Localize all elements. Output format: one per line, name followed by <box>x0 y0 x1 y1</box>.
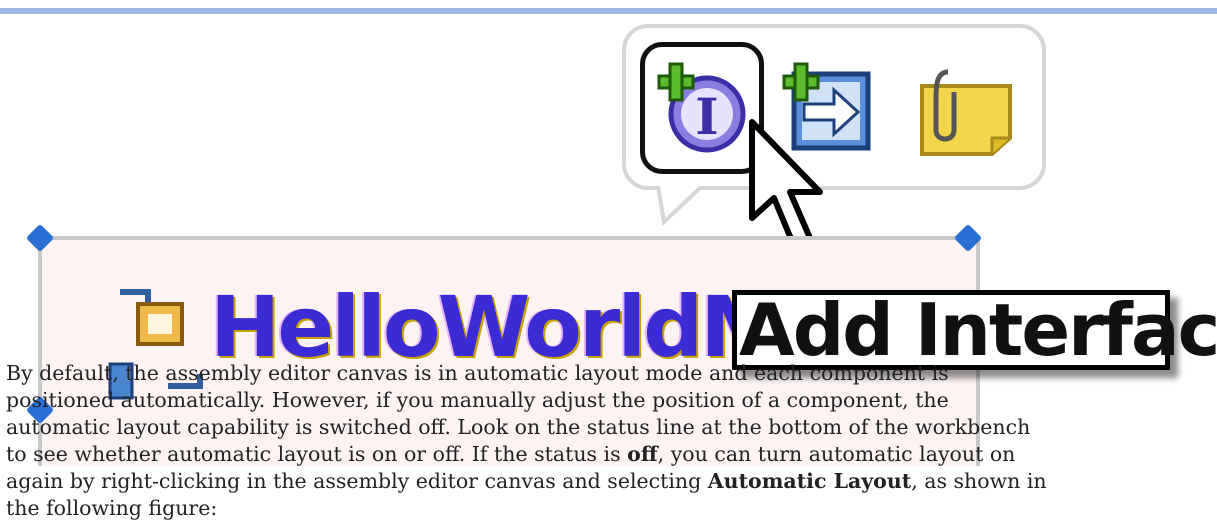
paragraph-text: to see whether automatic layout is on or… <box>6 442 628 466</box>
paragraph-line: positioned automatically. However, if yo… <box>6 388 949 412</box>
add-interface-tooltip: Add Interface <box>732 290 1217 370</box>
top-accent-bar <box>0 8 1217 14</box>
status-off-term: off <box>627 442 658 466</box>
add-interface-icon[interactable]: I <box>655 60 751 156</box>
svg-text:I: I <box>695 87 718 146</box>
paragraph-line: again by right-clicking in the assembly … <box>6 468 1211 495</box>
paragraph-line: By default, the assembly editor canvas i… <box>6 361 949 385</box>
paragraph-line: the following figure: <box>6 496 218 520</box>
automatic-layout-term: Automatic Layout <box>707 469 912 493</box>
bubble-tail <box>656 186 704 226</box>
paragraph-text: , you can turn automatic layout on <box>657 442 1016 466</box>
paragraph-line: to see whether automatic layout is on or… <box>6 441 1211 468</box>
documentation-paragraph: By default, the assembly editor canvas i… <box>6 360 1211 522</box>
paragraph-line: automatic layout capability is switched … <box>6 415 1031 439</box>
paragraph-text: , as shown in <box>911 469 1047 493</box>
paragraph-text: again by right-clicking in the assembly … <box>6 469 708 493</box>
note-icon[interactable] <box>918 68 1018 158</box>
